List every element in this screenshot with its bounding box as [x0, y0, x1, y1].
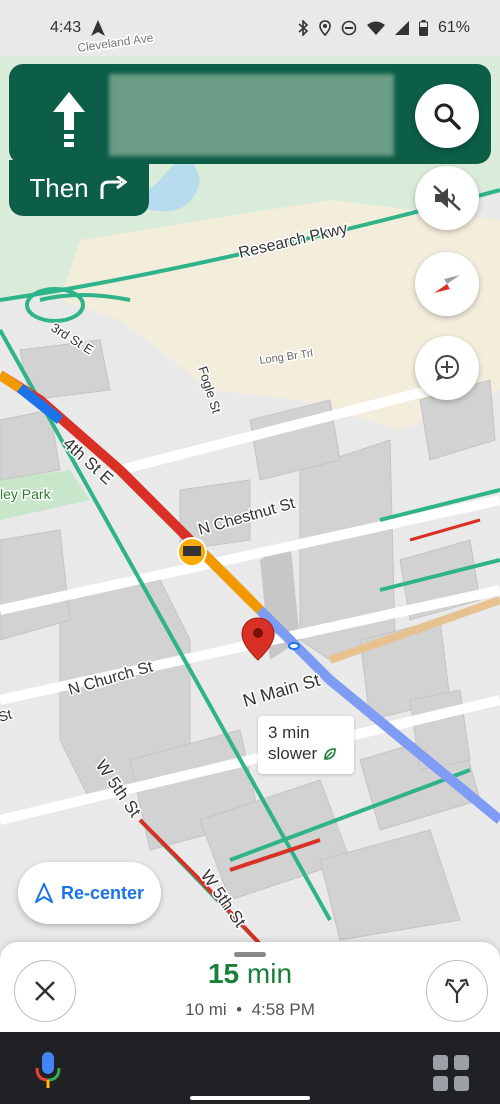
do-not-disturb-icon — [341, 20, 357, 36]
status-time: 4:43 — [50, 19, 82, 36]
eta-value: 15 — [207, 958, 240, 989]
trip-details: 10 mi • 4:58 PM — [0, 1000, 500, 1020]
mic-icon[interactable] — [34, 1050, 62, 1090]
then-label: Then — [29, 172, 89, 203]
route-callout[interactable]: 3 min slower — [258, 716, 354, 774]
wifi-icon — [366, 21, 385, 35]
callout-line1: 3 min — [268, 723, 310, 742]
recenter-button[interactable]: Re-center — [18, 862, 161, 924]
volume-off-icon — [433, 185, 461, 211]
navigation-icon — [91, 20, 106, 36]
add-report-button[interactable] — [415, 336, 479, 400]
navigation-arrow-icon — [34, 883, 53, 903]
alternate-routes-button[interactable] — [426, 960, 488, 1022]
then-turn-card[interactable]: Then — [9, 160, 149, 216]
bluetooth-icon — [297, 20, 309, 36]
add-report-icon — [435, 355, 459, 381]
map-label-park: ley Park — [0, 486, 52, 502]
battery-icon — [418, 20, 428, 36]
sheet-handle[interactable] — [234, 952, 266, 957]
alternate-routes-icon — [444, 978, 470, 1003]
mute-button[interactable] — [415, 166, 479, 230]
current-street-name — [109, 74, 394, 156]
compass-button[interactable] — [415, 252, 479, 316]
arrow-up-icon — [39, 90, 99, 150]
location-icon — [319, 20, 331, 36]
arrival-time: 4:58 PM — [251, 1000, 315, 1019]
search-icon — [434, 103, 461, 130]
apps-icon[interactable] — [432, 1054, 470, 1092]
eta-unit: min — [246, 958, 293, 989]
home-gesture-pill[interactable] — [190, 1096, 310, 1100]
eta-duration: 15 min — [0, 958, 500, 990]
trip-summary-sheet[interactable]: 15 min 10 mi • 4:58 PM — [0, 942, 500, 1032]
turn-right-icon — [99, 176, 129, 200]
callout-line2: slower — [268, 744, 318, 763]
search-button[interactable] — [415, 84, 479, 148]
battery-percent: 61% — [437, 19, 470, 36]
system-nav-bar — [0, 1032, 500, 1104]
trip-distance: 10 mi — [185, 1000, 227, 1019]
compass-icon — [434, 275, 460, 293]
leaf-icon — [323, 747, 337, 761]
status-bar: 4:43 61% — [0, 0, 500, 56]
recenter-label: Re-center — [60, 882, 145, 903]
signal-icon — [394, 21, 409, 35]
trip-separator: • — [236, 1000, 243, 1019]
